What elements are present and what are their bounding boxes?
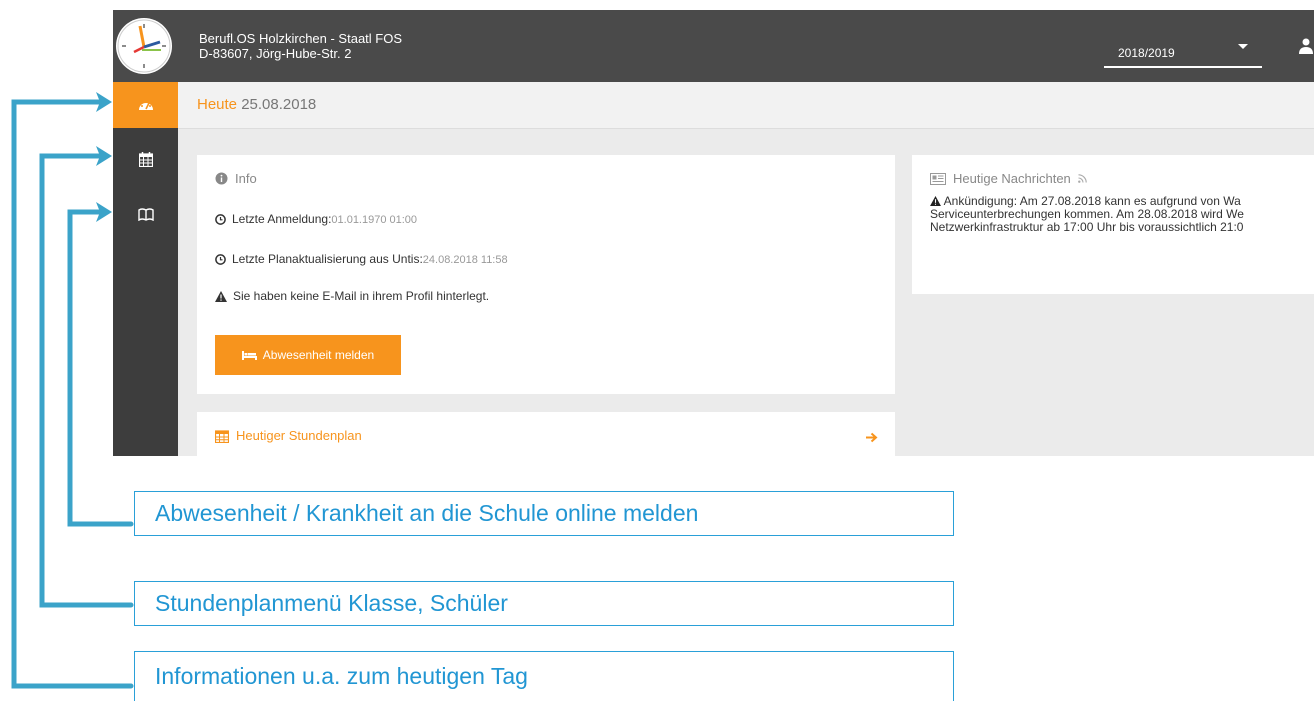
annotation-timetable: Stundenplanmenü Klasse, Schüler <box>134 581 954 626</box>
annotation-absence: Abwesenheit / Krankheit an die Schule on… <box>134 491 954 536</box>
connector-absence <box>67 209 134 527</box>
annotation-info: Informationen u.a. zum heutigen Tag <box>134 651 954 701</box>
connector-timetable <box>39 153 134 608</box>
